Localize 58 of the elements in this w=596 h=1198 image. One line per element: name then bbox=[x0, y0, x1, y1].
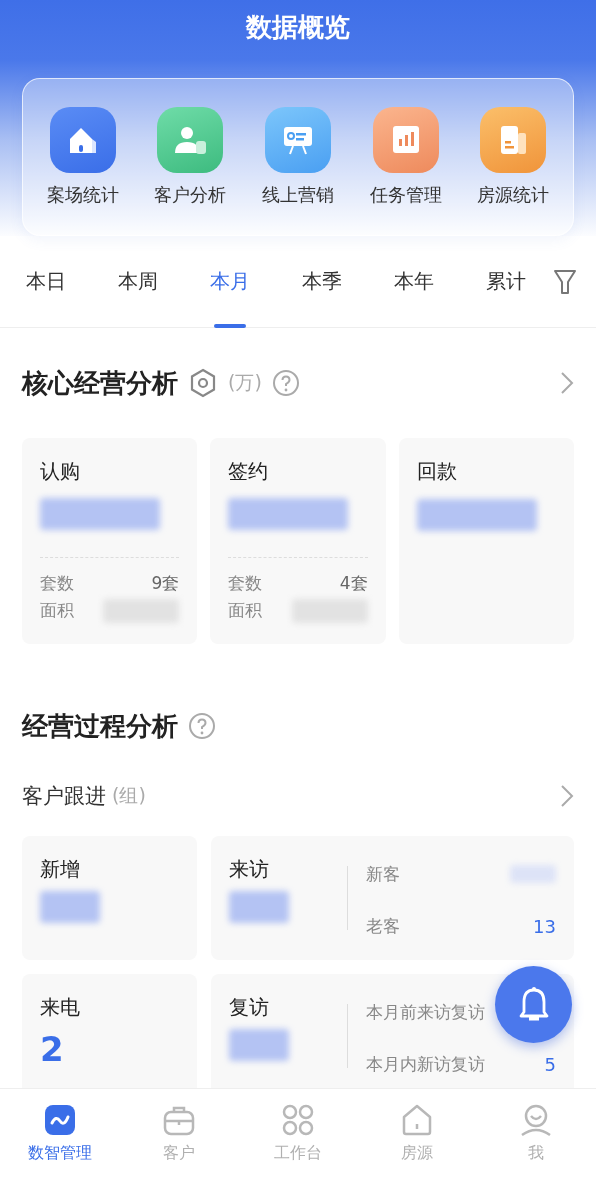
page-title: 数据概览 bbox=[246, 11, 350, 44]
metric-title: 新增 bbox=[40, 856, 81, 883]
shortcut-tile[interactable] bbox=[157, 107, 224, 173]
shortcut-tile[interactable] bbox=[480, 107, 547, 173]
shortcut-tile[interactable] bbox=[49, 107, 116, 173]
period-tab[interactable]: 本日 bbox=[0, 235, 92, 328]
period-tab[interactable]: 累计 bbox=[460, 235, 552, 328]
shortcut-label[interactable]: 案场统计 bbox=[46, 183, 119, 207]
chevron-right-icon[interactable] bbox=[560, 371, 574, 395]
metric-title: 签约 bbox=[228, 458, 270, 485]
metric-title: 来电 bbox=[40, 994, 81, 1021]
chevron-right-icon[interactable] bbox=[560, 784, 574, 808]
metric-title: 来访 bbox=[229, 856, 270, 883]
detail-label: 老客 bbox=[366, 914, 400, 938]
metric-card[interactable]: 认购 套数 9套 面积 bbox=[22, 438, 198, 644]
detail-label: 套数 bbox=[228, 572, 263, 596]
metric-title: 回款 bbox=[416, 458, 458, 485]
shortcut-tile[interactable] bbox=[372, 107, 439, 173]
section-title: 经营过程分析 bbox=[22, 709, 178, 743]
metric-card[interactable]: 来电 2 bbox=[22, 974, 197, 1088]
detail-value: 4套 bbox=[339, 572, 368, 596]
detail-value: 5 bbox=[544, 1053, 556, 1075]
trend-icon bbox=[42, 1103, 77, 1137]
shortcut-label[interactable]: 客户分析 bbox=[154, 183, 227, 207]
help-icon[interactable] bbox=[188, 712, 216, 740]
metric-card[interactable]: 来访 新客 老客 13 bbox=[211, 836, 574, 960]
shortcut-label[interactable]: 房源统计 bbox=[477, 183, 550, 207]
unit-label: (万) bbox=[228, 370, 262, 395]
shortcut-label[interactable]: 任务管理 bbox=[369, 183, 442, 207]
metric-value: 2 bbox=[40, 1029, 65, 1069]
subsection-title: 客户跟进 bbox=[22, 783, 106, 810]
period-tab[interactable]: 本周 bbox=[92, 235, 184, 328]
shortcut-label[interactable]: 线上营销 bbox=[262, 183, 334, 207]
detail-label: 本月内新访复访 bbox=[366, 1052, 485, 1076]
help-icon[interactable] bbox=[271, 369, 300, 397]
detail-label: 面积 bbox=[40, 599, 74, 623]
grid-icon bbox=[281, 1103, 315, 1137]
detail-value: 9套 bbox=[151, 572, 180, 596]
section-title: 核心经营分析 bbox=[22, 366, 178, 400]
metric-card[interactable]: 签约 套数 4套 面积 bbox=[210, 438, 386, 644]
period-tab[interactable]: 本月 bbox=[184, 235, 276, 328]
filter-icon[interactable] bbox=[552, 267, 578, 296]
detail-label: 面积 bbox=[228, 599, 263, 623]
metric-card[interactable]: 新增 bbox=[22, 836, 197, 960]
period-tab[interactable]: 本年 bbox=[368, 235, 460, 328]
detail-label: 套数 bbox=[40, 572, 74, 596]
metric-card[interactable]: 回款 bbox=[398, 438, 574, 644]
nav-tab[interactable]: 数智管理 bbox=[0, 1103, 120, 1198]
detail-value: 13 bbox=[533, 915, 556, 937]
metric-card[interactable]: 复访 本月前来访复访 本月内新访复访 5 bbox=[211, 974, 574, 1088]
detail-label: 新客 bbox=[366, 862, 400, 886]
detail-label: 本月前来访复访 bbox=[366, 1000, 485, 1024]
unit-label: (组) bbox=[112, 783, 146, 808]
shortcut-tile[interactable] bbox=[265, 107, 331, 173]
hexagon-settings-icon[interactable] bbox=[188, 368, 218, 398]
period-tab[interactable]: 本季 bbox=[276, 235, 368, 328]
metric-title: 认购 bbox=[40, 458, 81, 485]
metric-title: 复访 bbox=[229, 994, 270, 1021]
